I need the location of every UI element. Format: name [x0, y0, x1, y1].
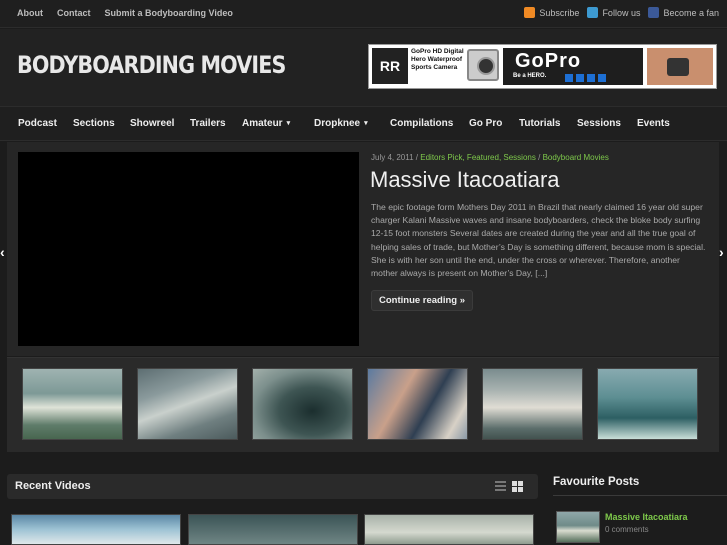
nav-tutorials[interactable]: Tutorials: [519, 118, 560, 129]
nav-events[interactable]: Events: [637, 118, 670, 129]
contact-link[interactable]: Contact: [57, 8, 91, 18]
favourite-post-link[interactable]: Massive Itacoatiara: [605, 512, 688, 522]
social-links: Subscribe Follow us Become a fan: [524, 7, 719, 18]
nav-amateur-label: Amateur: [242, 118, 283, 129]
chevron-down-icon: ▾: [286, 120, 291, 127]
gopro-square: [598, 74, 606, 82]
banner-text: GoPro HD Digital Hero Waterproof Sports …: [411, 48, 464, 71]
slider-thumbnail[interactable]: [482, 368, 583, 440]
subscribe-link[interactable]: Subscribe: [524, 7, 579, 18]
gopro-tagline: Be a HERO.: [513, 73, 547, 79]
post-category-bodyboard-movies[interactable]: Bodyboard Movies: [543, 153, 609, 162]
favourite-post-thumbnail[interactable]: [556, 511, 600, 543]
slider-prev-arrow-icon[interactable]: ‹: [0, 244, 10, 260]
slider-thumbnail[interactable]: [22, 368, 123, 440]
camera-icon: [467, 49, 499, 81]
slider-thumbnails: [7, 357, 719, 452]
chevron-down-icon: ▾: [364, 120, 368, 127]
nav-trailers[interactable]: Trailers: [190, 118, 226, 129]
follow-link[interactable]: Follow us: [587, 7, 640, 18]
recent-videos-title: Recent Videos: [15, 480, 91, 492]
continue-reading-button[interactable]: Continue reading »: [371, 290, 474, 311]
nav-podcast[interactable]: Podcast: [18, 118, 57, 129]
nav-sections[interactable]: Sections: [73, 118, 115, 129]
subscribe-label: Subscribe: [539, 7, 580, 18]
recent-video-thumbnail[interactable]: [364, 514, 534, 545]
about-link[interactable]: About: [17, 8, 43, 18]
favourite-post-comments: 0 comments: [605, 525, 649, 534]
slider-next-arrow-icon[interactable]: ›: [719, 244, 727, 260]
grid-view-icon[interactable]: [512, 481, 523, 492]
gopro-brand: GoPro: [515, 50, 582, 72]
post-categories[interactable]: Editors Pick, Featured, Sessions: [420, 153, 536, 162]
recent-video-thumbnail[interactable]: [11, 514, 181, 545]
meta-separator: /: [415, 153, 419, 162]
gopro-logo: GoPro Be a HERO.: [503, 48, 643, 85]
post-title[interactable]: Massive Itacoatiara: [370, 167, 560, 193]
main-nav: Podcast Sections Showreel Trailers Amate…: [0, 106, 727, 141]
facebook-icon: [648, 7, 660, 18]
gopro-square: [576, 74, 584, 82]
nav-showreel[interactable]: Showreel: [130, 118, 174, 129]
top-bar: About Contact Submit a Bodyboarding Vide…: [0, 0, 727, 28]
post-date: July 4, 2011: [371, 153, 414, 162]
twitter-icon: [587, 7, 599, 18]
nav-compilations[interactable]: Compilations: [390, 118, 453, 129]
nav-amateur[interactable]: Amateur ▾: [242, 118, 290, 129]
rss-icon: [524, 7, 536, 18]
site-logo[interactable]: BODYBOARDING MOVIES: [17, 51, 286, 79]
nav-dropknee[interactable]: Dropknee ▾: [314, 118, 368, 129]
recent-video-thumbnail[interactable]: [188, 514, 358, 545]
slider-thumbnail[interactable]: [137, 368, 238, 440]
slider-thumbnail[interactable]: [597, 368, 698, 440]
recent-videos-header: Recent Videos: [7, 474, 538, 499]
gopro-square: [587, 74, 595, 82]
retailer-badge: RR: [372, 48, 408, 84]
site-header: BODYBOARDING MOVIES RR GoPro HD Digital …: [0, 29, 727, 106]
submit-video-link[interactable]: Submit a Bodyboarding Video: [105, 8, 233, 18]
meta-separator: /: [538, 153, 541, 162]
divider: [553, 495, 727, 496]
slider-thumbnail[interactable]: [252, 368, 353, 440]
banner-photo: [647, 48, 713, 85]
video-player[interactable]: [18, 152, 359, 346]
top-links: About Contact Submit a Bodyboarding Vide…: [17, 8, 233, 18]
nav-gopro[interactable]: Go Pro: [469, 118, 502, 129]
gopro-square: [565, 74, 573, 82]
gopro-banner-ad[interactable]: RR GoPro HD Digital Hero Waterproof Spor…: [368, 44, 717, 89]
nav-dropknee-label: Dropknee: [314, 118, 361, 129]
fan-label: Become a fan: [663, 7, 719, 18]
nav-sessions[interactable]: Sessions: [577, 118, 621, 129]
post-meta: July 4, 2011 / Editors Pick, Featured, S…: [371, 153, 609, 162]
featured-post: July 4, 2011 / Editors Pick, Featured, S…: [7, 142, 719, 356]
favourite-posts-title: Favourite Posts: [553, 476, 640, 488]
post-excerpt: The epic footage form Mothers Day 2011 i…: [371, 202, 706, 279]
follow-label: Follow us: [602, 7, 641, 18]
list-view-icon[interactable]: [495, 481, 506, 492]
slider-thumbnail[interactable]: [367, 368, 468, 440]
fan-link[interactable]: Become a fan: [648, 7, 719, 18]
